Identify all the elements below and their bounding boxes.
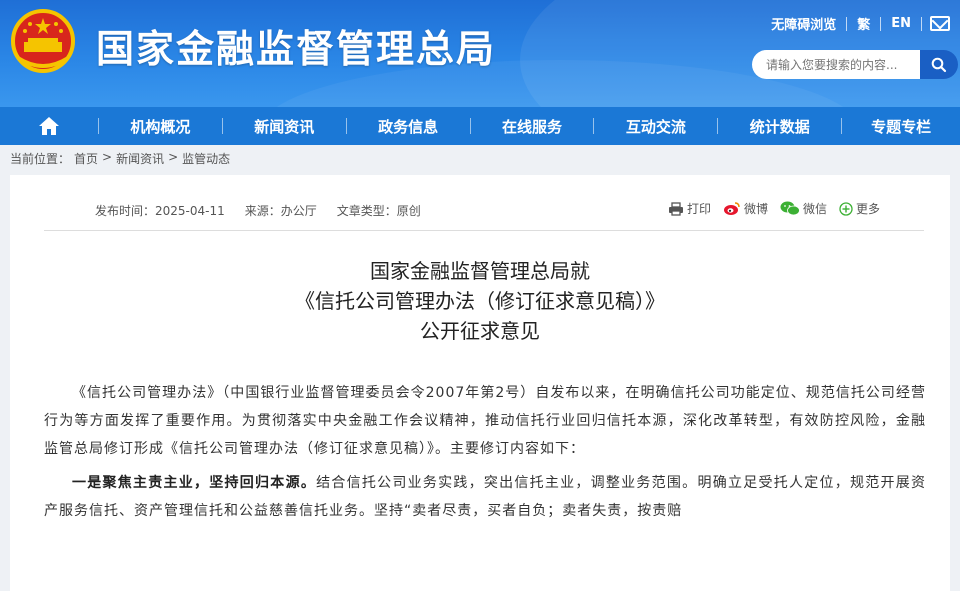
more-share-button[interactable]: 更多 xyxy=(839,200,880,217)
breadcrumb-home[interactable]: 首页 xyxy=(74,150,98,167)
breadcrumb-separator: > xyxy=(102,150,113,164)
wechat-label: 微信 xyxy=(802,202,827,216)
search-icon xyxy=(931,57,947,72)
article-panel: 发布时间：2025-04-11 来源：办公厅 文章类型：原创 打印 微博 微信 … xyxy=(10,175,950,591)
paragraph-lead: 一是聚焦主责主业，坚持回归本源。 xyxy=(72,475,317,491)
search-input[interactable] xyxy=(752,50,920,79)
breadcrumb-separator: > xyxy=(168,150,179,164)
site-header: 国家金融监督管理总局 无障碍浏览 繁 EN xyxy=(0,0,960,107)
main-nav: 机构概况 新闻资讯 政务信息 在线服务 互动交流 统计数据 专题专栏 xyxy=(0,107,960,145)
article-source: 来源：办公厅 xyxy=(244,204,317,218)
share-bar: 打印 微博 微信 更多 xyxy=(668,200,880,217)
site-title[interactable]: 国家金融监督管理总局 xyxy=(96,18,496,73)
article-title-line: 国家金融监督管理总局就 xyxy=(370,259,590,283)
wechat-icon xyxy=(780,201,800,216)
article-paragraph: 《信托公司管理办法》（中国银行业监督管理委员会令2007年第2号）自发布以来，在… xyxy=(44,385,926,457)
home-button[interactable] xyxy=(0,107,98,145)
nav-item-about[interactable]: 机构概况 xyxy=(99,107,222,145)
breadcrumb-regulatory-news[interactable]: 监管动态 xyxy=(182,150,230,167)
more-label: 更多 xyxy=(855,202,880,216)
article-title: 国家金融监督管理总局就 《信托公司管理办法（修订征求意见稿）》 公开征求意见 xyxy=(10,256,950,346)
nav-item-statistics[interactable]: 统计数据 xyxy=(718,107,841,145)
national-emblem-icon xyxy=(11,9,75,73)
article-body: 《信托公司管理办法》（中国银行业监督管理委员会令2007年第2号）自发布以来，在… xyxy=(44,379,926,531)
breadcrumb-news[interactable]: 新闻资讯 xyxy=(116,150,164,167)
print-button[interactable]: 打印 xyxy=(668,200,711,217)
mail-icon[interactable] xyxy=(930,16,950,31)
nav-item-special-topics[interactable]: 专题专栏 xyxy=(842,107,960,145)
publish-date: 发布时间：2025-04-11 xyxy=(95,204,225,218)
accessibility-link[interactable]: 无障碍浏览 xyxy=(761,14,846,33)
nav-item-online-services[interactable]: 在线服务 xyxy=(471,107,594,145)
traditional-chinese-link[interactable]: 繁 xyxy=(847,14,880,33)
article-meta: 发布时间：2025-04-11 来源：办公厅 文章类型：原创 xyxy=(95,202,421,219)
article-title-line: 公开征求意见 xyxy=(420,319,540,343)
wechat-share-button[interactable]: 微信 xyxy=(780,200,827,217)
printer-icon xyxy=(668,201,683,216)
weibo-share-button[interactable]: 微博 xyxy=(723,200,768,217)
english-link[interactable]: EN xyxy=(881,16,921,31)
plus-circle-icon xyxy=(839,201,853,216)
divider xyxy=(921,16,922,31)
article-type: 文章类型：原创 xyxy=(336,204,421,218)
divider xyxy=(44,230,924,231)
article-title-line: 《信托公司管理办法（修订征求意见稿）》 xyxy=(295,289,665,313)
weibo-icon xyxy=(723,202,740,215)
top-links: 无障碍浏览 繁 EN xyxy=(761,14,950,33)
home-icon xyxy=(38,117,59,135)
article-paragraph: 一是聚焦主责主业，坚持回归本源。结合信托公司业务实践，突出信托主业，调整业务范围… xyxy=(44,469,926,525)
nav-item-interaction[interactable]: 互动交流 xyxy=(594,107,717,145)
search-button[interactable] xyxy=(920,50,958,79)
breadcrumb-prefix: 当前位置： xyxy=(10,152,71,166)
breadcrumb: 当前位置： 首页 > 新闻资讯 > 监管动态 xyxy=(10,150,230,167)
print-label: 打印 xyxy=(686,202,711,216)
nav-item-government-info[interactable]: 政务信息 xyxy=(347,107,470,145)
weibo-label: 微博 xyxy=(743,202,768,216)
nav-item-news[interactable]: 新闻资讯 xyxy=(223,107,346,145)
